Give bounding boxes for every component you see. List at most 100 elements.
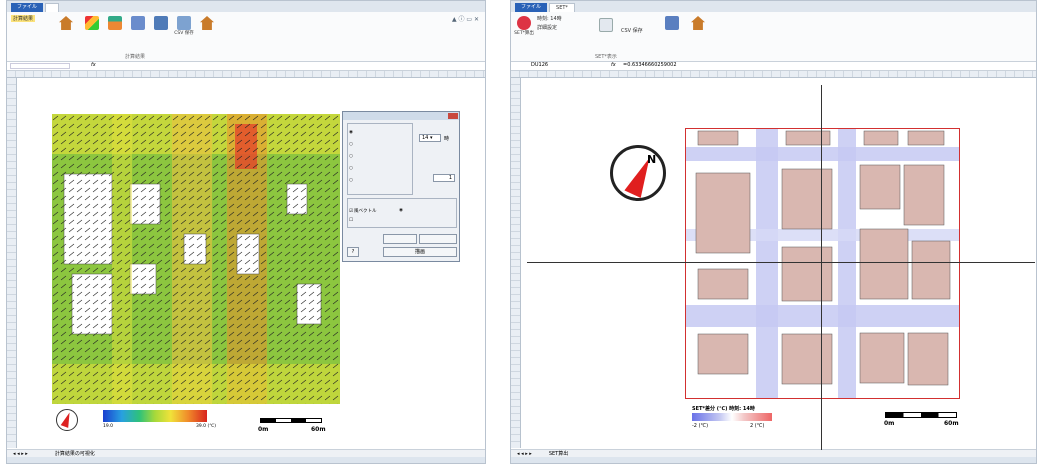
plan-view-button[interactable] bbox=[81, 16, 103, 31]
house-icon bbox=[200, 16, 214, 30]
clock-icon bbox=[517, 16, 531, 30]
color-legend-left bbox=[103, 410, 207, 422]
crosshair-vertical bbox=[821, 85, 822, 450]
legend-min-right: -2 (℃) bbox=[692, 423, 709, 429]
ribbon: 計算結果 CSV 保存 計算結果 ▲ ⓘ ▭ ✕ bbox=[7, 12, 485, 62]
section-view-button[interactable] bbox=[104, 16, 126, 31]
option-scalar-wind[interactable] bbox=[349, 142, 354, 147]
column-headers-right bbox=[511, 71, 1036, 78]
group-label-set-display: SET*表示 bbox=[595, 54, 617, 60]
time-select-right[interactable]: 時刻: 14時 bbox=[537, 15, 562, 22]
section-chart-icon bbox=[108, 16, 122, 30]
formula-bar-right[interactable]: DU126 fx =0.63346660259002 bbox=[511, 62, 1036, 71]
scale-end-left: 60m bbox=[311, 426, 326, 433]
group-label-results: 計算結果 bbox=[125, 54, 146, 60]
image-save-button[interactable] bbox=[150, 16, 172, 31]
name-box-right[interactable]: DU126 bbox=[531, 62, 548, 68]
tab-file-right[interactable]: ファイル bbox=[515, 3, 548, 12]
distribution-button[interactable] bbox=[127, 16, 149, 31]
diff-result-button[interactable] bbox=[661, 16, 683, 31]
image-save-icon bbox=[154, 16, 168, 30]
draw-item-group bbox=[347, 123, 413, 195]
tab-visualize[interactable] bbox=[45, 3, 60, 12]
sheet-tab-3[interactable]: 計算結果の可視化 bbox=[52, 450, 98, 457]
diff-chart-icon bbox=[665, 16, 679, 30]
fx-icon: fx bbox=[91, 62, 96, 68]
option-surface-latent[interactable] bbox=[349, 166, 354, 171]
draw-button[interactable]: 描画 bbox=[383, 247, 457, 257]
draw-condition-button[interactable] bbox=[595, 18, 617, 33]
ribbon-tab-bar-right: ファイル SET* bbox=[511, 1, 1036, 12]
house-icon bbox=[691, 16, 705, 30]
ribbon-right: SET*算出 時刻: 14時 詳細設定 CSV 保存 SET*表示 bbox=[511, 12, 1036, 62]
back-home-button[interactable] bbox=[196, 16, 218, 31]
csv-icon bbox=[177, 16, 191, 30]
time-value: 14 bbox=[422, 135, 429, 141]
scale-end-right: 60m bbox=[944, 420, 959, 427]
wind-vector-settings-button[interactable] bbox=[419, 234, 457, 244]
set-calc-button[interactable]: SET*算出 bbox=[513, 16, 535, 36]
time-select[interactable]: 14 ▾ bbox=[419, 134, 441, 142]
heatmap-icon bbox=[85, 16, 99, 30]
ribbon-tab-bar: ファイル bbox=[7, 1, 485, 12]
detail-settings-button[interactable]: 詳細設定 bbox=[537, 24, 557, 31]
house-icon bbox=[59, 16, 73, 30]
window-controls[interactable]: ▲ ⓘ ▭ ✕ bbox=[452, 14, 479, 23]
csv-save-label: CSV 保存 bbox=[174, 31, 194, 36]
temperature-heatmap bbox=[52, 114, 340, 404]
fx-icon: fx bbox=[611, 62, 616, 68]
row-headers-right bbox=[511, 78, 521, 448]
sheet-nav-icon[interactable]: ◂ ◂ ▸ ▸ bbox=[517, 451, 532, 457]
help-button[interactable]: ? bbox=[347, 247, 359, 257]
vector-settings-button[interactable] bbox=[383, 234, 417, 244]
compass-arrow-icon bbox=[60, 411, 74, 428]
distribution-icon bbox=[131, 16, 145, 30]
option-surface-temp[interactable] bbox=[349, 178, 354, 183]
dialog-title bbox=[343, 112, 459, 120]
sheet-tab-bar: ◂ ◂ ▸ ▸ 計算結果の可視化 bbox=[7, 449, 485, 457]
close-icon[interactable] bbox=[448, 113, 458, 119]
legend-min-left: 19.0 bbox=[103, 424, 114, 429]
name-box[interactable] bbox=[10, 63, 70, 69]
option-temperature[interactable] bbox=[349, 130, 354, 135]
heatmap-svg bbox=[52, 114, 340, 404]
formula-bar[interactable]: fx bbox=[7, 62, 485, 71]
north-compass-right: N bbox=[610, 145, 666, 201]
legend-max-left: 39.0 (℃) bbox=[196, 424, 217, 429]
calc-result-button[interactable]: 計算結果 bbox=[11, 15, 36, 22]
row-headers bbox=[7, 78, 17, 448]
sheet-tab-right-2[interactable]: SET算出 bbox=[546, 450, 571, 457]
north-compass-left bbox=[56, 409, 78, 431]
set-diff-svg bbox=[686, 129, 959, 398]
tab-set[interactable]: SET* bbox=[549, 3, 575, 12]
building-road-option[interactable] bbox=[399, 208, 404, 213]
option-surface-sensible[interactable] bbox=[349, 154, 354, 159]
status-bar bbox=[7, 457, 485, 463]
set-diff-map bbox=[685, 128, 960, 399]
legend-max-right: 2 (℃) bbox=[750, 423, 765, 429]
set-calc-label: SET*算出 bbox=[514, 31, 534, 36]
csv-save-button[interactable]: CSV 保存 bbox=[173, 16, 195, 36]
cursor-icon bbox=[599, 18, 613, 32]
scale-bar-right bbox=[885, 412, 957, 418]
plan-view-dialog: 14 ▾ 時 1 風ベクトル ? 描画 bbox=[342, 111, 460, 262]
north-letter: N bbox=[647, 153, 657, 166]
time-unit: 時 bbox=[444, 136, 450, 142]
crosshair-horizontal bbox=[527, 262, 1035, 263]
formula-value[interactable]: =0.63346660259002 bbox=[623, 62, 677, 68]
column-headers bbox=[7, 71, 485, 78]
scale-bar-left bbox=[260, 418, 322, 423]
csv-save-button-right[interactable]: CSV 保存 bbox=[621, 27, 643, 34]
home-button[interactable] bbox=[55, 16, 77, 31]
cross-section-checkbox[interactable] bbox=[349, 218, 354, 223]
draw-height-input[interactable]: 1 bbox=[433, 174, 455, 182]
home-button-right[interactable] bbox=[687, 16, 709, 31]
legend-title-right: SET*差分 (℃) 時刻: 14時 bbox=[692, 406, 755, 412]
scale-start-right: 0m bbox=[884, 420, 895, 427]
sheet-nav-icon[interactable]: ◂ ◂ ▸ ▸ bbox=[13, 451, 28, 457]
wind-vector-checkbox[interactable]: 風ベクトル bbox=[349, 208, 377, 214]
color-legend-right bbox=[692, 413, 772, 421]
status-bar-right bbox=[511, 457, 1036, 463]
tab-file[interactable]: ファイル bbox=[11, 3, 44, 12]
scale-start-left: 0m bbox=[258, 426, 269, 433]
